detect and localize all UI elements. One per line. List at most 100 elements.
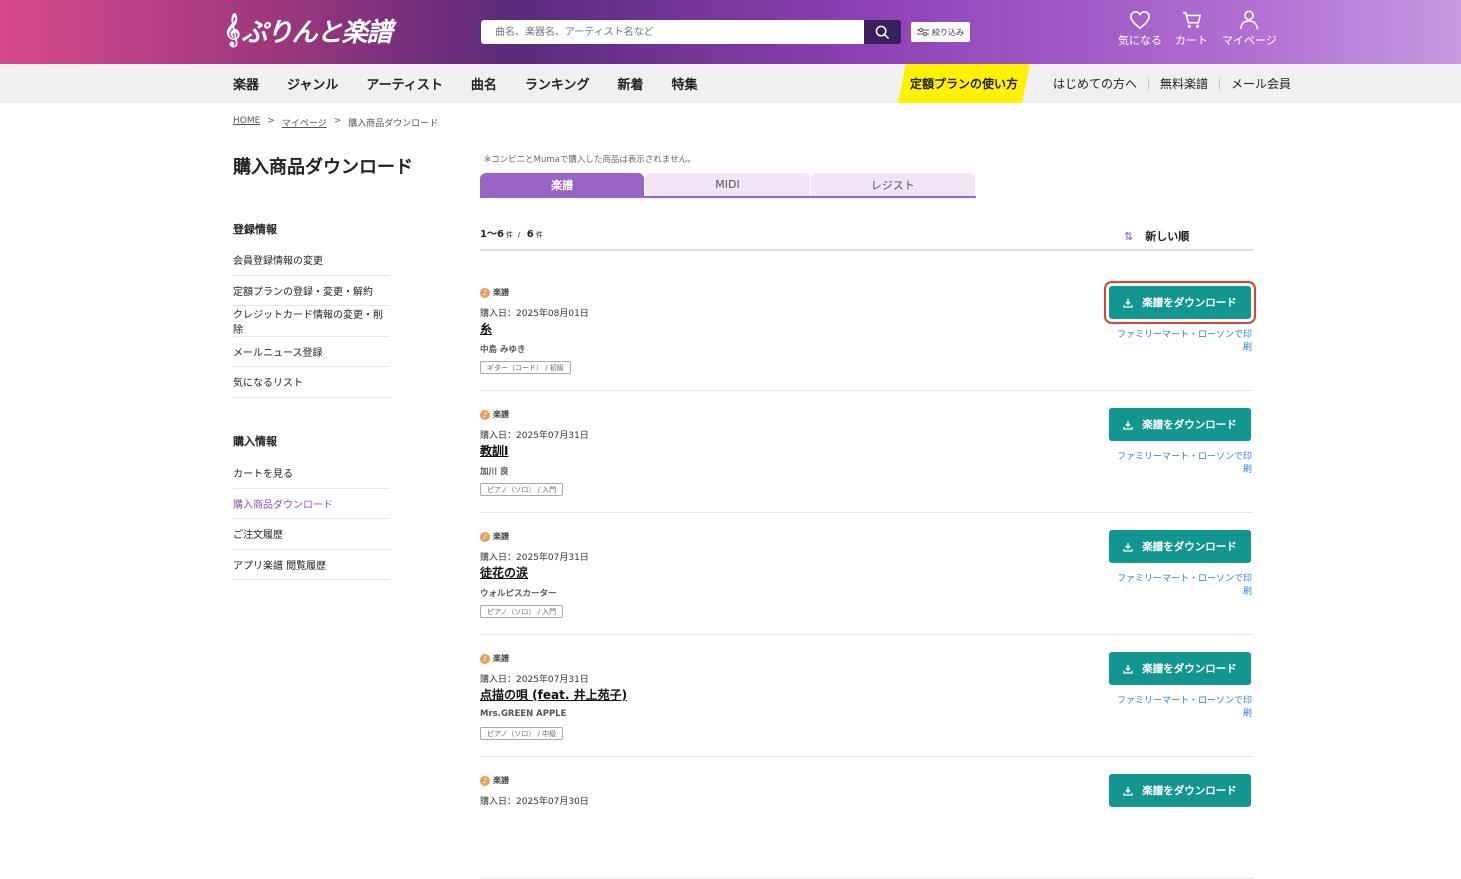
item-category-label: 楽譜 — [493, 410, 509, 419]
search-icon — [875, 25, 890, 39]
download-icon — [1123, 542, 1133, 552]
sidebar-heading-account: 登録情報 — [233, 223, 277, 236]
print-link[interactable]: ファミリーマート・ローソンで印刷 — [1109, 693, 1252, 719]
download-label: 楽譜をダウンロード — [1142, 297, 1237, 309]
sidebar-item-plan[interactable]: 定額プランの登録・変更・解約 — [233, 276, 390, 306]
sort-control[interactable]: ⇅ 新しい順 — [1124, 228, 1189, 244]
music-note-icon: ♪ — [480, 287, 490, 298]
download-button[interactable]: 楽譜をダウンロード — [1109, 408, 1251, 441]
download-label: 楽譜をダウンロード — [1142, 419, 1237, 431]
item-category: ♪ 楽譜 — [480, 775, 509, 786]
sliders-icon — [917, 28, 929, 36]
mypage-label: マイページ — [1222, 34, 1277, 47]
item-title-link[interactable]: 点描の唄 (feat. 井上苑子) — [480, 686, 627, 703]
page-title: 購入商品ダウンロード — [233, 157, 413, 178]
favorites-label: 気になる — [1118, 34, 1162, 47]
sidebar-item-mail-news[interactable]: メールニュース登録 — [233, 337, 390, 367]
site-logo[interactable]: 𝄞 ぷりんと楽譜 — [224, 12, 393, 48]
download-button[interactable]: 楽譜をダウンロード — [1109, 286, 1251, 319]
item-purchase-date: 購入日：2025年07月31日 — [480, 553, 589, 563]
item-artist: ウォルピスカーター — [480, 589, 557, 599]
item-tag: ギター（コード） / 初級 — [480, 361, 571, 374]
download-label: 楽譜をダウンロード — [1142, 663, 1237, 675]
sidebar-item-order-history[interactable]: ご注文履歴 — [233, 519, 390, 550]
nav-item-instrument[interactable]: 楽器 — [233, 74, 259, 93]
nav-link-beginners[interactable]: はじめての方へ — [1042, 77, 1148, 91]
item-purchase-date: 購入日：2025年07月31日 — [480, 675, 589, 685]
tab-midi[interactable]: MIDI — [645, 173, 810, 196]
site-header: 𝄞 ぷりんと楽譜 絞り込み 気になる カート マイページ — [0, 0, 1461, 64]
sidebar-account-list: 会員登録情報の変更 定額プランの登録・変更・解約 クレジットカード情報の変更・削… — [233, 245, 390, 398]
download-button[interactable]: 楽譜をダウンロード — [1109, 530, 1251, 563]
plan-guide-link[interactable]: 定額プランの使い方 — [898, 64, 1030, 103]
sidebar-item-member-info[interactable]: 会員登録情報の変更 — [233, 245, 390, 276]
filter-label: 絞り込み — [932, 27, 964, 37]
download-icon — [1123, 664, 1133, 674]
nav-link-free-scores[interactable]: 無料楽譜 — [1148, 76, 1219, 91]
breadcrumb-separator: > — [267, 116, 275, 126]
search-button[interactable] — [864, 20, 901, 44]
result-unit: 件 — [505, 231, 513, 239]
result-unit: 件 — [535, 231, 543, 239]
nav-item-new[interactable]: 新着 — [617, 74, 643, 93]
nav-link-mail-member[interactable]: メール会員 — [1219, 76, 1302, 91]
download-icon — [1123, 786, 1133, 796]
item-title-link[interactable]: 糸 — [480, 320, 492, 337]
print-link[interactable]: ファミリーマート・ローソンで印刷 — [1109, 571, 1252, 597]
sidebar-item-credit-card[interactable]: クレジットカード情報の変更・削除 — [233, 306, 390, 337]
download-icon — [1123, 298, 1133, 308]
item-tag: ピアノ（ソロ） / 入門 — [480, 483, 564, 496]
sidebar-item-favorites[interactable]: 気になるリスト — [233, 367, 390, 398]
sidebar-item-cart[interactable]: カートを見る — [233, 458, 390, 489]
notice-text: ※コンビニとMumaで購入した商品は表示されません。 — [484, 155, 696, 165]
breadcrumb-current: 購入商品ダウンロード — [348, 119, 439, 129]
item-tag: ピアノ（ソロ） / 中級 — [480, 727, 564, 740]
filter-button[interactable]: 絞り込み — [911, 22, 970, 42]
product-tabs: 楽譜 MIDI レジスト — [480, 173, 976, 198]
tab-registration[interactable]: レジスト — [810, 173, 975, 196]
purchase-item: ♪ 楽譜 購入日：2025年07月31日 教訓I 加川 良ピアノ（ソロ） / 入門 … — [480, 391, 1253, 513]
print-link[interactable]: ファミリーマート・ローソンで印刷 — [1109, 449, 1252, 475]
music-note-icon: ♪ — [480, 653, 490, 664]
search-input[interactable] — [481, 20, 864, 44]
purchase-item: ♪ 楽譜 購入日：2025年07月30日 楽譜をダウンロード — [480, 757, 1253, 879]
nav-item-ranking[interactable]: ランキング — [525, 74, 590, 93]
item-title-link[interactable]: 教訓I — [480, 442, 508, 459]
item-category-label: 楽譜 — [493, 654, 509, 663]
nav-item-song[interactable]: 曲名 — [471, 74, 497, 93]
item-title-link[interactable]: 徒花の涙 — [480, 564, 528, 581]
item-category-label: 楽譜 — [493, 776, 509, 785]
favorites-link[interactable]: 気になる — [1118, 10, 1162, 48]
download-button[interactable]: 楽譜をダウンロード — [1109, 774, 1251, 807]
item-artist: 加川 良 — [480, 467, 509, 477]
breadcrumb-mypage[interactable]: マイページ — [282, 116, 327, 129]
result-separator: / — [517, 231, 521, 239]
result-total: 6 — [526, 229, 534, 240]
breadcrumb-home[interactable]: HOME — [233, 116, 260, 129]
download-icon — [1123, 420, 1133, 430]
result-range: 1〜6 — [480, 229, 504, 240]
cart-link[interactable]: カート — [1175, 10, 1208, 48]
nav-item-artist[interactable]: アーティスト — [366, 74, 442, 93]
divider — [480, 249, 1253, 251]
download-button[interactable]: 楽譜をダウンロード — [1109, 652, 1251, 685]
item-purchase-date: 購入日：2025年07月30日 — [480, 797, 589, 807]
music-note-icon: ♪ — [480, 775, 490, 786]
sidebar-item-app-history[interactable]: アプリ楽譜 閲覧履歴 — [233, 550, 390, 580]
mypage-link[interactable]: マイページ — [1222, 10, 1277, 48]
sidebar-purchase-list: カートを見る 購入商品ダウンロード ご注文履歴 アプリ楽譜 閲覧履歴 — [233, 458, 390, 580]
nav-item-genre[interactable]: ジャンル — [287, 74, 338, 93]
heart-icon — [1130, 10, 1150, 30]
search-bar — [481, 20, 901, 44]
nav-item-feature[interactable]: 特集 — [671, 74, 697, 93]
item-artist: 中島 みゆき — [480, 345, 526, 355]
cart-label: カート — [1175, 34, 1208, 47]
item-category-label: 楽譜 — [493, 288, 509, 297]
print-link[interactable]: ファミリーマート・ローソンで印刷 — [1109, 327, 1252, 353]
item-category: ♪ 楽譜 — [480, 409, 509, 420]
tab-score[interactable]: 楽譜 — [480, 173, 645, 196]
item-category-label: 楽譜 — [493, 532, 509, 541]
sidebar-item-downloads[interactable]: 購入商品ダウンロード — [233, 489, 390, 519]
sidebar-heading-purchase: 購入情報 — [233, 435, 277, 448]
purchase-item: ♪ 楽譜 購入日：2025年07月31日 徒花の涙 ウォルピスカーター ピアノ（ソロ）… — [480, 513, 1253, 635]
